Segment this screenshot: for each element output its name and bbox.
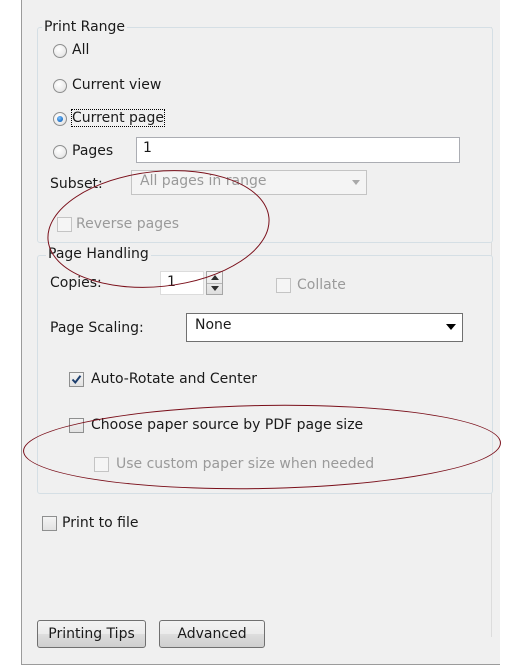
radio-selected-dot [57, 116, 63, 122]
page-scaling-value: None [195, 317, 232, 333]
radio-pages[interactable] [53, 145, 67, 159]
radio-all-label[interactable]: All [72, 42, 89, 58]
advanced-button[interactable]: Advanced [159, 620, 265, 648]
page-scaling-label: Page Scaling: [50, 320, 144, 336]
radio-current-page[interactable] [53, 112, 67, 126]
print-to-file-label[interactable]: Print to file [62, 515, 138, 531]
chevron-down-icon [352, 180, 360, 185]
print-range-title: Print Range [42, 19, 128, 35]
radio-current-page-label[interactable]: Current page [71, 109, 165, 127]
radio-current-view-label[interactable]: Current view [72, 77, 161, 93]
radio-all[interactable] [53, 44, 67, 58]
auto-rotate-label[interactable]: Auto-Rotate and Center [91, 371, 257, 387]
page-scaling-select[interactable]: None [186, 313, 463, 342]
spinner-divider [207, 283, 222, 284]
checkmark-icon [71, 375, 82, 385]
chevron-down-icon [446, 324, 456, 330]
radio-current-view[interactable] [53, 79, 67, 93]
print-to-file-checkbox[interactable] [42, 516, 57, 531]
spinner-down-icon[interactable] [211, 286, 219, 291]
collate-checkbox[interactable] [276, 278, 291, 293]
pages-input[interactable]: 1 [136, 137, 460, 163]
collate-label[interactable]: Collate [297, 277, 346, 293]
radio-pages-label[interactable]: Pages [72, 143, 113, 159]
auto-rotate-checkbox[interactable] [69, 372, 84, 387]
printing-tips-button[interactable]: Printing Tips [37, 620, 146, 648]
